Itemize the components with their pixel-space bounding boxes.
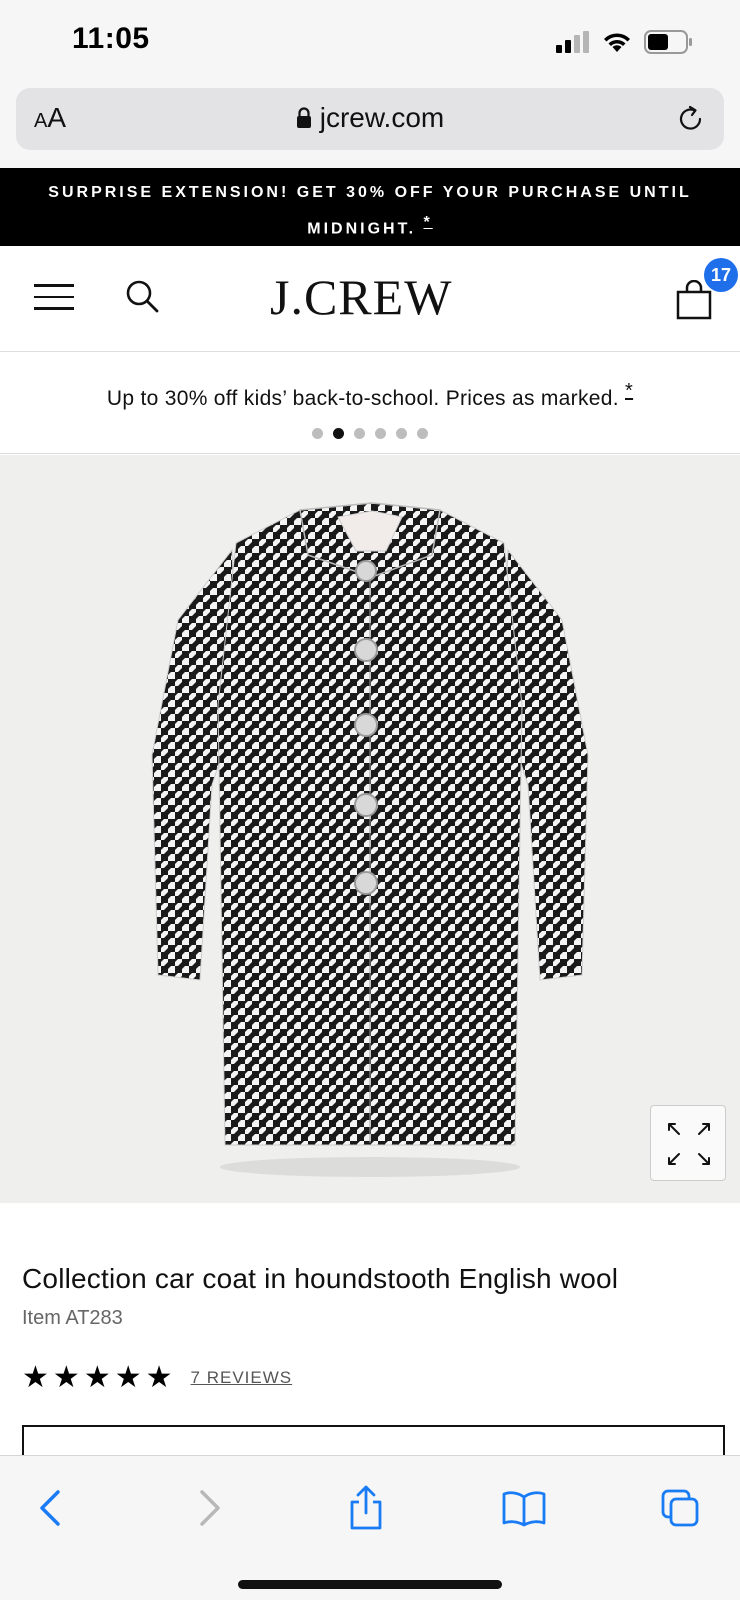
bookmarks-button[interactable] xyxy=(494,1480,554,1536)
browser-chrome: AA jcrew.com xyxy=(0,84,740,168)
brand-logo[interactable]: J.CREW xyxy=(270,268,452,326)
forward-button[interactable] xyxy=(180,1480,240,1536)
carousel-dot[interactable] xyxy=(312,428,323,439)
product-image[interactable] xyxy=(0,455,740,1203)
promo-line-2: MIDNIGHT. * xyxy=(40,208,700,244)
promo-carousel-text: Up to 30% off kids’ back-to-school. Pric… xyxy=(0,380,740,411)
lock-icon xyxy=(296,107,311,128)
search-icon[interactable] xyxy=(124,278,160,314)
forward-icon xyxy=(200,1490,220,1526)
carousel-dot[interactable] xyxy=(396,428,407,439)
bag-count-badge: 17 xyxy=(704,258,738,292)
bookmarks-icon xyxy=(502,1491,546,1527)
wifi-icon xyxy=(604,33,630,52)
reload-icon[interactable] xyxy=(676,104,706,134)
status-icons xyxy=(556,30,694,54)
status-bar: 11:05 xyxy=(0,0,740,84)
tabs-button[interactable] xyxy=(650,1480,710,1536)
battery-icon xyxy=(644,30,692,54)
rating-stars: ★ ★ ★ ★ ★ xyxy=(22,1363,173,1393)
url-text: jcrew.com xyxy=(319,102,445,133)
product-rating: ★ ★ ★ ★ ★ 7 REVIEWS xyxy=(22,1363,292,1393)
promo-line-2-text: MIDNIGHT. xyxy=(307,220,417,238)
carousel-dot[interactable] xyxy=(375,428,386,439)
home-indicator[interactable] xyxy=(238,1580,502,1589)
back-button[interactable] xyxy=(20,1480,80,1536)
address-bar[interactable]: AA jcrew.com xyxy=(16,88,724,150)
reviews-link[interactable]: 7 REVIEWS xyxy=(191,1368,293,1388)
star-icon: ★ xyxy=(114,1361,142,1394)
expand-icon xyxy=(668,1123,710,1165)
promo-carousel-asterisk[interactable]: * xyxy=(625,380,633,402)
tabs-icon xyxy=(661,1489,699,1527)
promo-carousel[interactable]: Up to 30% off kids’ back-to-school. Pric… xyxy=(0,352,740,454)
carousel-dot[interactable] xyxy=(417,428,428,439)
product-info: Collection car coat in houndstooth Engli… xyxy=(0,1203,740,1465)
bottom-toolbar xyxy=(0,1455,740,1600)
bag-icon[interactable] xyxy=(676,280,712,320)
star-icon: ★ xyxy=(145,1361,173,1394)
star-icon: ★ xyxy=(22,1361,49,1394)
star-icon: ★ xyxy=(52,1361,80,1394)
share-icon xyxy=(350,1485,382,1530)
star-icon: ★ xyxy=(83,1361,111,1394)
site-header: J.CREW 17 xyxy=(0,246,740,352)
back-icon xyxy=(40,1490,60,1526)
status-time: 11:05 xyxy=(72,22,150,55)
carousel-dots xyxy=(0,428,740,439)
product-title: Collection car coat in houndstooth Engli… xyxy=(22,1263,619,1294)
url-field[interactable]: jcrew.com xyxy=(16,102,724,134)
promo-banner[interactable]: SURPRISE EXTENSION! GET 30% OFF YOUR PUR… xyxy=(0,168,740,246)
share-button[interactable] xyxy=(336,1480,396,1536)
coat-image xyxy=(151,502,589,1177)
signal-icon xyxy=(556,31,589,53)
carousel-dot[interactable] xyxy=(333,428,344,439)
menu-icon[interactable] xyxy=(34,284,74,310)
promo-asterisk-link[interactable]: * xyxy=(424,214,433,231)
carousel-dot[interactable] xyxy=(354,428,365,439)
promo-line-1: SURPRISE EXTENSION! GET 30% OFF YOUR PUR… xyxy=(48,184,692,201)
promo-carousel-message: Up to 30% off kids’ back-to-school. Pric… xyxy=(106,387,619,410)
expand-image-button[interactable] xyxy=(650,1105,726,1181)
product-item-number: Item AT283 xyxy=(22,1307,123,1329)
